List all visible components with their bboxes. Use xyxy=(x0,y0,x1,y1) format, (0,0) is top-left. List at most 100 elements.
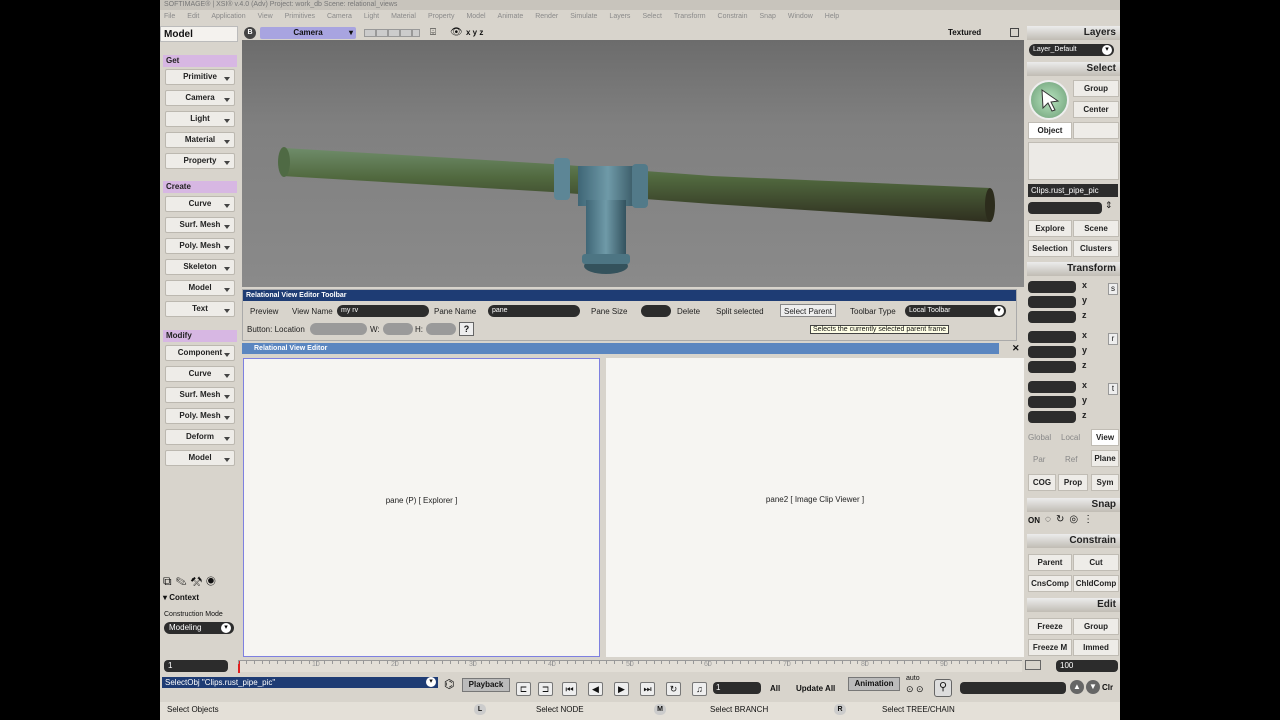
transform-tool-icon[interactable]: ⧉ xyxy=(163,574,176,588)
create-button[interactable]: Poly. Mesh xyxy=(165,238,235,254)
transform-z-field[interactable] xyxy=(1028,411,1076,423)
script-editor-icon[interactable]: ⌬ xyxy=(444,677,454,691)
ref-button[interactable]: Ref xyxy=(1065,455,1077,464)
context-label[interactable]: ▾ Context xyxy=(163,593,199,602)
key-down-icon[interactable]: ▼ xyxy=(1086,680,1100,694)
view-button[interactable]: View xyxy=(1091,429,1119,446)
transform-z-field[interactable] xyxy=(1028,361,1076,373)
create-button[interactable]: Surf. Mesh xyxy=(165,217,235,233)
cnscomp-button[interactable]: CnsComp xyxy=(1028,575,1072,592)
play-icon[interactable]: ▶ xyxy=(614,682,629,696)
split-selected-button[interactable]: Split selected xyxy=(713,305,767,318)
playback-button[interactable]: Playback xyxy=(462,678,510,692)
get-button[interactable]: Material xyxy=(165,132,235,148)
menu-item[interactable]: View xyxy=(258,13,273,20)
object-button[interactable]: Object xyxy=(1028,122,1072,139)
translate-icon[interactable]: t xyxy=(1108,383,1118,395)
explorer-pane[interactable]: pane (P) [ Explorer ] xyxy=(243,358,600,657)
render-tool-icon[interactable]: ◉ xyxy=(206,574,220,588)
select-arrow-icon[interactable] xyxy=(1029,80,1069,120)
next-key-icon[interactable]: ⊐ xyxy=(538,682,553,696)
pane-size-input[interactable] xyxy=(641,305,671,317)
freeze-button[interactable]: Freeze xyxy=(1028,618,1072,635)
parent-button[interactable]: Parent xyxy=(1028,554,1072,571)
display-mode-select[interactable]: Textured xyxy=(948,26,981,40)
key-up-icon[interactable]: ▲ xyxy=(1070,680,1084,694)
menu-item[interactable]: Material xyxy=(391,13,416,20)
cut-button[interactable]: Cut xyxy=(1073,554,1119,571)
select-parent-button[interactable]: Select Parent xyxy=(780,304,837,317)
width-input[interactable] xyxy=(383,323,413,335)
get-button[interactable]: Light xyxy=(165,111,235,127)
axis-z-toggle[interactable]: z xyxy=(1082,310,1087,320)
modify-button[interactable]: Deform xyxy=(165,429,235,445)
menu-item[interactable]: Camera xyxy=(327,13,352,20)
prop-button[interactable]: Prop xyxy=(1058,474,1088,491)
create-button[interactable]: Model xyxy=(165,280,235,296)
delete-button[interactable]: Delete xyxy=(674,305,703,318)
selected-object-field[interactable]: Clips.rust_pipe_pic xyxy=(1028,184,1118,197)
transform-x-field[interactable] xyxy=(1028,331,1076,343)
audio-icon[interactable]: ♫ xyxy=(692,682,707,696)
par-button[interactable]: Par xyxy=(1033,455,1045,464)
timeline-ruler[interactable]: 10 20 30 40 50 60 70 80 90 xyxy=(238,660,1022,673)
transform-x-field[interactable] xyxy=(1028,281,1076,293)
image-clip-viewer-pane[interactable]: pane2 [ Image Clip Viewer ] xyxy=(606,358,1024,657)
plane-button[interactable]: Plane xyxy=(1091,450,1119,467)
viewport-visibility-toggles[interactable] xyxy=(364,29,420,37)
axis-x-toggle[interactable]: x xyxy=(1082,280,1087,290)
edit-group-button[interactable]: Group xyxy=(1073,618,1119,635)
viewport-letter-badge[interactable]: B xyxy=(244,27,256,39)
menu-item[interactable]: Transform xyxy=(674,13,706,20)
camera-select[interactable]: Camera ▾ xyxy=(260,27,356,39)
menu-item[interactable]: Select xyxy=(642,13,661,20)
selection-button[interactable]: Selection xyxy=(1028,240,1072,257)
local-button[interactable]: Local xyxy=(1061,433,1080,442)
menu-item[interactable]: Layers xyxy=(609,13,630,20)
scale-icon[interactable]: s xyxy=(1108,283,1118,295)
animation-field[interactable] xyxy=(960,682,1066,694)
menu-item[interactable]: Primitives xyxy=(285,13,315,20)
maximize-icon[interactable] xyxy=(1010,28,1019,37)
pane-name-input[interactable]: pane xyxy=(488,305,580,317)
toolbar-mode-title[interactable]: Model xyxy=(160,26,238,42)
construction-mode-select[interactable]: Modeling ▾ xyxy=(164,622,234,634)
menu-item[interactable]: Property xyxy=(428,13,454,20)
select-center-button[interactable]: Center xyxy=(1073,101,1119,118)
snap-point-icon[interactable]: ◌ xyxy=(1045,514,1056,525)
eye-icon[interactable]: 👁 xyxy=(450,26,463,40)
layer-select[interactable]: Layer_Default ▾ xyxy=(1029,44,1114,56)
axis-z-toggle[interactable]: z xyxy=(1082,360,1087,370)
clusters-button[interactable]: Clusters xyxy=(1073,240,1119,257)
menu-item[interactable]: Snap xyxy=(760,13,776,20)
camera-icon[interactable]: ⌹ xyxy=(430,26,436,40)
menu-item[interactable]: Help xyxy=(825,13,839,20)
command-line[interactable]: SelectObj "Clips.rust_pipe_pic" xyxy=(162,677,438,688)
last-frame-icon[interactable]: ⏭ xyxy=(640,682,655,696)
axis-y-toggle[interactable]: y xyxy=(1082,295,1087,305)
auto-key-label[interactable]: auto xyxy=(906,675,920,682)
create-button[interactable]: Text xyxy=(165,301,235,317)
prev-frame-icon[interactable]: ◀ xyxy=(588,682,603,696)
menu-item[interactable]: Window xyxy=(788,13,813,20)
axis-x-toggle[interactable]: x xyxy=(1082,330,1087,340)
close-icon[interactable]: ✕ xyxy=(1012,343,1020,354)
timeline-start-field[interactable]: 1 xyxy=(164,660,228,672)
menu-item[interactable]: Edit xyxy=(187,13,199,20)
rotate-icon[interactable]: r xyxy=(1108,333,1118,345)
tool-icons-row[interactable]: ⧉✎⚒◉ xyxy=(163,574,237,588)
menu-item[interactable]: Simulate xyxy=(570,13,597,20)
view-name-input[interactable]: my rv xyxy=(337,305,429,317)
selection-filter-list[interactable] xyxy=(1028,142,1119,180)
select-filter-blank[interactable] xyxy=(1073,122,1119,139)
snap-curve-icon[interactable]: ↻ xyxy=(1056,514,1069,525)
menu-item[interactable]: File xyxy=(164,13,175,20)
global-button[interactable]: Global xyxy=(1028,433,1051,442)
scene-button[interactable]: Scene xyxy=(1073,220,1119,237)
immed-button[interactable]: Immed xyxy=(1073,639,1119,656)
sym-button[interactable]: Sym xyxy=(1091,474,1119,491)
axis-z-toggle[interactable]: z xyxy=(1082,410,1087,420)
snap-on-toggle[interactable]: ON xyxy=(1028,516,1040,525)
key-icons[interactable]: ⊙ ⊙ xyxy=(906,684,924,695)
current-frame-field[interactable]: 1 xyxy=(713,682,761,694)
